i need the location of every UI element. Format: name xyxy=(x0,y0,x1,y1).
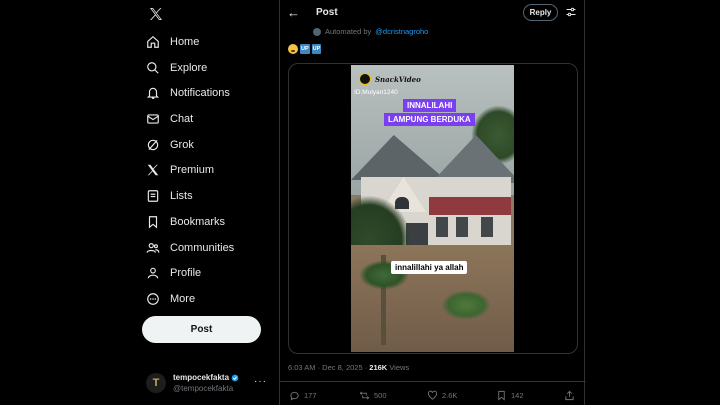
mail-icon xyxy=(147,114,159,124)
up-emoji-icon: UP xyxy=(300,44,310,54)
sidebar-item-label: Explore xyxy=(170,62,208,74)
video-player[interactable]: SnackVideo ID:Mulyan1240 INNALILAHI LAMP… xyxy=(351,65,514,352)
video-id-text: ID:Mulyan1240 xyxy=(354,89,398,96)
repost-icon xyxy=(359,391,370,400)
list-icon xyxy=(147,190,159,202)
bookmark-icon xyxy=(498,390,505,401)
reply-icon xyxy=(290,391,299,401)
account-handle: @tempocekfakta xyxy=(173,384,234,393)
bell-icon xyxy=(146,87,160,99)
verified-badge-icon xyxy=(231,374,239,381)
main-column: ← Post Reply Automated by @dcristnagroho… xyxy=(279,0,586,405)
automated-label: Automated by @dcristnagroho xyxy=(313,27,428,36)
like-action[interactable]: 2.6K xyxy=(427,390,457,401)
sidebar-item-home[interactable]: Home xyxy=(146,31,199,53)
sidebar-item-chat[interactable]: Chat xyxy=(146,108,193,130)
sidebar-item-label: More xyxy=(170,293,196,305)
post-text: UP UP xyxy=(288,44,322,54)
sidebar-item-label: Notifications xyxy=(170,87,230,99)
sidebar-item-label: Chat xyxy=(170,113,194,125)
share-action[interactable] xyxy=(564,390,575,401)
views-count: 216K xyxy=(369,363,388,372)
sidebar-item-label: Grok xyxy=(170,139,194,151)
sidebar-item-label: Premium xyxy=(170,164,215,176)
sidebar-item-more[interactable]: More xyxy=(146,288,195,310)
reply-action[interactable]: 177 xyxy=(289,390,317,401)
bot-icon xyxy=(313,27,321,36)
grok-icon xyxy=(147,139,159,151)
x-icon xyxy=(147,164,159,176)
share-icon xyxy=(565,390,574,401)
more-horizontal-icon[interactable]: ··· xyxy=(254,376,267,387)
heart-icon xyxy=(427,390,438,400)
sidebar-item-label: Lists xyxy=(170,190,193,202)
people-icon xyxy=(146,243,160,253)
sidebar-item-grok[interactable]: Grok xyxy=(146,134,194,156)
person-icon xyxy=(147,267,159,279)
sidebar-item-label: Bookmarks xyxy=(170,216,226,228)
avatar: T xyxy=(146,373,166,393)
sidebar-item-lists[interactable]: Lists xyxy=(146,185,193,207)
account-name: tempocekfakta xyxy=(173,373,230,382)
home-icon xyxy=(147,35,159,48)
video-caption: innalillahi ya allah xyxy=(391,261,468,274)
post-header: ← Post Reply xyxy=(280,0,586,26)
x-logo-icon[interactable] xyxy=(148,6,164,22)
post-actions: 177 500 2.6K 142 xyxy=(280,381,586,405)
reply-button[interactable]: Reply xyxy=(523,4,558,21)
post-button[interactable]: Post xyxy=(142,316,261,343)
sidebar-item-profile[interactable]: Profile xyxy=(146,262,201,284)
crying-face-emoji-icon xyxy=(288,44,298,54)
bookmark-action[interactable]: 142 xyxy=(496,390,524,401)
video-banner-line-2: LAMPUNG BERDUKA xyxy=(384,113,475,126)
automated-by-link[interactable]: @dcristnagroho xyxy=(375,27,428,36)
sidebar-item-label: Profile xyxy=(170,267,202,279)
filter-sliders-icon[interactable] xyxy=(565,6,577,18)
sidebar: Home Explore Notifications Chat Grok Pre… xyxy=(138,0,273,405)
sidebar-item-notifications[interactable]: Notifications xyxy=(146,82,230,104)
sidebar-item-bookmarks[interactable]: Bookmarks xyxy=(146,211,225,233)
sidebar-item-explore[interactable]: Explore xyxy=(146,57,207,79)
video-banner-line-1: INNALILAHI xyxy=(403,99,457,112)
sidebar-item-label: Home xyxy=(170,36,200,48)
sidebar-item-premium[interactable]: Premium xyxy=(146,159,214,181)
sidebar-item-label: Communities xyxy=(170,242,235,254)
sidebar-item-communities[interactable]: Communities xyxy=(146,237,234,259)
search-icon xyxy=(147,62,159,74)
back-arrow-icon[interactable]: ← xyxy=(287,5,300,20)
more-circle-icon xyxy=(147,293,159,305)
post-timestamp: 6:03 AM · Dec 8, 2025 · 216K Views xyxy=(288,363,410,372)
bookmark-icon xyxy=(148,216,158,229)
snackvideo-logo-icon xyxy=(359,73,371,85)
media-card: SnackVideo ID:Mulyan1240 INNALILAHI LAMP… xyxy=(288,63,578,354)
up-emoji-icon: UP xyxy=(311,44,322,54)
account-switcher[interactable]: T tempocekfakta @tempocekfakta ··· xyxy=(146,369,273,397)
repost-action[interactable]: 500 xyxy=(359,390,387,401)
page-title: Post xyxy=(316,7,338,18)
video-watermark: SnackVideo xyxy=(359,73,421,85)
